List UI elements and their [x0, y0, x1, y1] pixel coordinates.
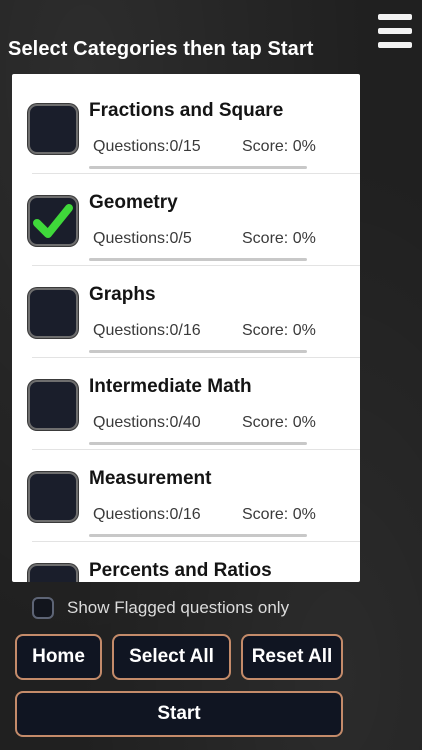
menu-icon[interactable] — [378, 14, 412, 48]
questions-count: Questions:0/16 — [93, 506, 201, 523]
category-checkbox[interactable] — [28, 380, 78, 430]
progress-bar — [89, 166, 307, 169]
home-button[interactable]: Home — [15, 634, 102, 680]
flagged-toggle[interactable]: Show Flagged questions only — [32, 597, 289, 619]
category-checkbox[interactable] — [28, 196, 78, 246]
category-name: Fractions and Square — [89, 100, 284, 121]
checkmark-icon — [33, 204, 73, 238]
questions-count: Questions:0/5 — [93, 230, 192, 247]
score-text: Score: 0% — [242, 138, 316, 155]
category-checkbox[interactable] — [28, 288, 78, 338]
category-name: Intermediate Math — [89, 376, 252, 397]
category-row[interactable]: Fractions and Square Questions:0/15 Scor… — [12, 82, 360, 174]
category-row[interactable]: Graphs Questions:0/16 Score: 0% — [12, 266, 360, 358]
category-list[interactable]: Fractions and Square Questions:0/15 Scor… — [12, 74, 360, 582]
page-title: Select Categories then tap Start — [8, 38, 314, 60]
questions-count: Questions:0/16 — [93, 322, 201, 339]
category-name: Graphs — [89, 284, 156, 305]
flagged-checkbox[interactable] — [32, 597, 54, 619]
start-button[interactable]: Start — [15, 691, 343, 737]
score-text: Score: 0% — [242, 322, 316, 339]
category-checkbox[interactable] — [28, 472, 78, 522]
questions-count: Questions:0/15 — [93, 138, 201, 155]
progress-bar — [89, 442, 307, 445]
category-row[interactable]: Measurement Questions:0/16 Score: 0% — [12, 450, 360, 542]
questions-count: Questions:0/40 — [93, 414, 201, 431]
category-name: Measurement — [89, 468, 212, 489]
reset-all-button[interactable]: Reset All — [241, 634, 343, 680]
category-row[interactable]: Geometry Questions:0/5 Score: 0% — [12, 174, 360, 266]
progress-bar — [89, 350, 307, 353]
category-name: Geometry — [89, 192, 178, 213]
category-checkbox[interactable] — [28, 564, 78, 582]
score-text: Score: 0% — [242, 230, 316, 247]
select-all-button[interactable]: Select All — [112, 634, 231, 680]
progress-bar — [89, 258, 307, 261]
category-row[interactable]: Percents and Ratios — [12, 542, 360, 582]
progress-bar — [89, 534, 307, 537]
category-checkbox[interactable] — [28, 104, 78, 154]
score-text: Score: 0% — [242, 506, 316, 523]
category-name: Percents and Ratios — [89, 560, 272, 581]
flagged-label: Show Flagged questions only — [67, 598, 290, 617]
category-row[interactable]: Intermediate Math Questions:0/40 Score: … — [12, 358, 360, 450]
score-text: Score: 0% — [242, 414, 316, 431]
